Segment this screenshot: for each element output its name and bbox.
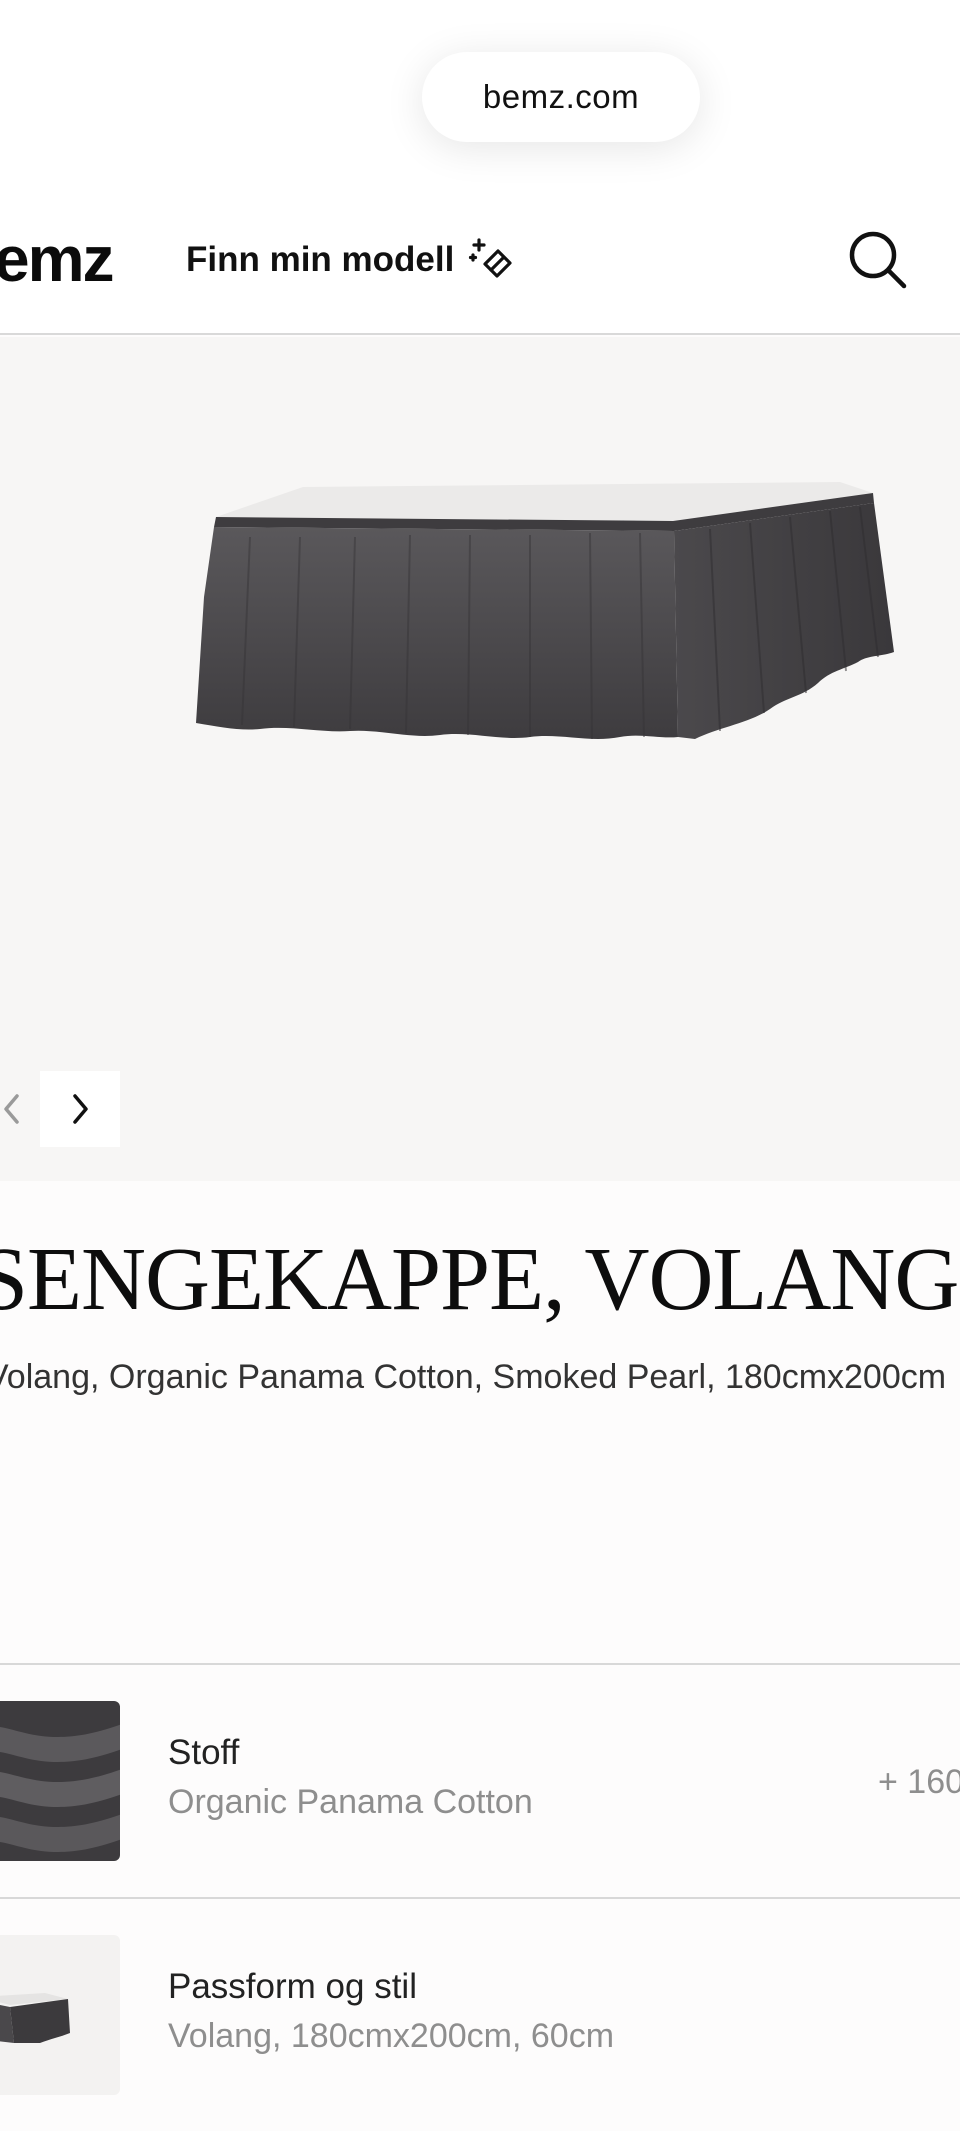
site-header: emz Finn min modell [0, 200, 960, 335]
bemz-logo[interactable]: emz [0, 222, 114, 296]
product-title: SENGEKAPPE, VOLANG [0, 1230, 959, 1329]
option-label: Passform og stil [168, 1967, 417, 2006]
fit-thumbnail [0, 1935, 120, 2095]
gallery-prev-button[interactable] [0, 1071, 32, 1147]
sparkle-eraser-icon[interactable] [467, 234, 517, 284]
option-value: Organic Panama Cotton [168, 1783, 533, 1821]
fabric-swatch-image [0, 1701, 120, 1861]
search-icon[interactable] [846, 228, 910, 292]
fabric-thumbnail [0, 1701, 120, 1861]
product-subtitle: Volang, Organic Panama Cotton, Smoked Pe… [0, 1358, 947, 1396]
find-my-model-link[interactable]: Finn min modell [186, 236, 454, 284]
bed-skirt-product-image [196, 482, 894, 740]
chevron-left-icon [4, 1094, 19, 1124]
option-row-fabric[interactable]: Stoff Organic Panama Cotton + 160 [0, 1665, 960, 1897]
gallery-next-button[interactable] [40, 1071, 120, 1147]
product-gallery[interactable] [0, 337, 960, 1181]
browser-top-bar: bemz.com [0, 0, 960, 200]
chevron-right-icon [73, 1094, 88, 1124]
url-bar[interactable]: bemz.com [422, 52, 700, 142]
option-value: Volang, 180cmx200cm, 60cm [168, 2017, 615, 2055]
option-label: Stoff [168, 1733, 240, 1772]
bed-skirt-thumbnail-image [0, 1993, 70, 2043]
option-price: + 160 [878, 1763, 960, 1801]
option-row-fit-style[interactable]: Passform og stil Volang, 180cmx200cm, 60… [0, 1899, 960, 2131]
url-text: bemz.com [482, 78, 640, 115]
